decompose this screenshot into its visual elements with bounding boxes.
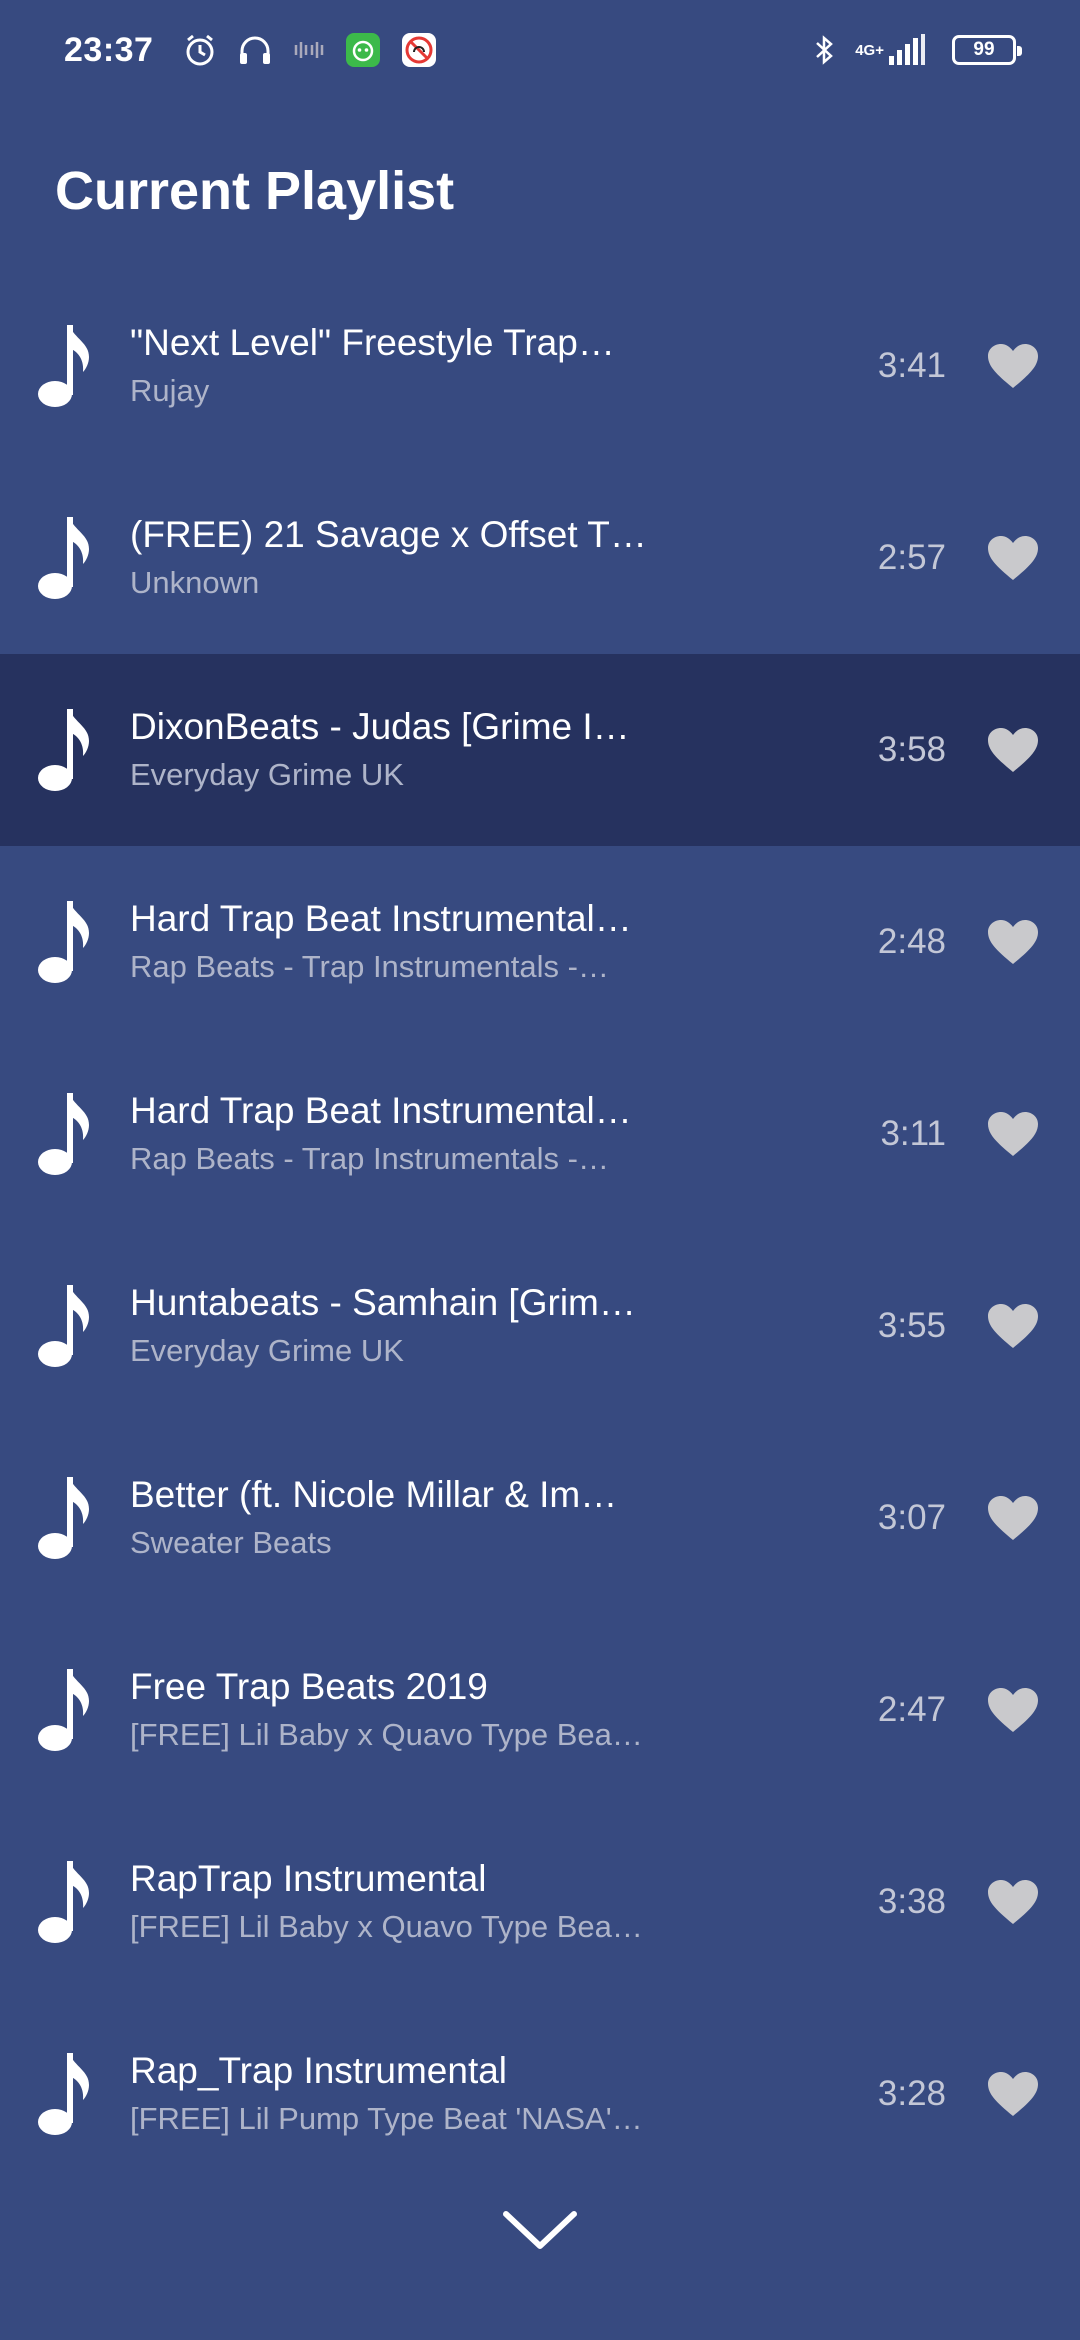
track-artist: Rap Beats - Trap Instrumentals -… bbox=[130, 1141, 609, 1176]
track-text: DixonBeats - Judas [Grime I… Everyday Gri… bbox=[130, 704, 660, 796]
music-note-icon bbox=[36, 1857, 92, 1947]
track-duration: 2:47 bbox=[877, 1690, 946, 1729]
track-title: Hard Trap Beat Instrumental… bbox=[130, 898, 632, 939]
track-title: Free Trap Beats 2019 bbox=[130, 1666, 488, 1707]
track-row[interactable]: DixonBeats - Judas [Grime I… Everyday Gri… bbox=[0, 654, 1080, 846]
heart-icon[interactable] bbox=[986, 1494, 1040, 1542]
music-note-icon bbox=[36, 897, 92, 987]
track-row[interactable]: Rap_Trap Instrumental [FREE] Lil Pump Typ… bbox=[0, 1998, 1080, 2190]
status-right: 4G+ 99 bbox=[813, 33, 1022, 67]
track-duration: 3:55 bbox=[877, 1306, 946, 1345]
track-duration: 3:07 bbox=[877, 1498, 946, 1537]
track-artist: [FREE] Lil Pump Type Beat 'NASA'… bbox=[130, 2101, 643, 2136]
track-duration: 3:38 bbox=[877, 1882, 946, 1921]
bluetooth-icon bbox=[813, 33, 835, 67]
battery-level: 99 bbox=[973, 39, 995, 60]
track-text: "Next Level" Freestyle Trap… Rujay bbox=[130, 320, 660, 412]
track-title: Rap_Trap Instrumental bbox=[130, 2050, 508, 2091]
music-note-icon bbox=[36, 321, 92, 411]
music-note-icon bbox=[36, 705, 92, 795]
track-row[interactable]: Free Trap Beats 2019 [FREE] Lil Baby x Qu… bbox=[0, 1614, 1080, 1806]
network-type: 4G+ bbox=[855, 41, 884, 59]
track-duration: 2:48 bbox=[877, 922, 946, 961]
track-title: RapTrap Instrumental bbox=[130, 1858, 487, 1899]
track-text: Hard Trap Beat Instrumental… Rap Beats - … bbox=[130, 896, 660, 988]
track-title: DixonBeats - Judas [Grime I… bbox=[130, 706, 630, 747]
heart-icon[interactable] bbox=[986, 1878, 1040, 1926]
heart-icon[interactable] bbox=[986, 1686, 1040, 1734]
alarm-icon bbox=[183, 33, 217, 67]
status-time: 23:37 bbox=[64, 30, 154, 69]
track-row[interactable]: Huntabeats - Samhain [Grim… Everyday Grim… bbox=[0, 1230, 1080, 1422]
track-text: Hard Trap Beat Instrumental… Rap Beats - … bbox=[130, 1088, 660, 1180]
track-row[interactable]: Hard Trap Beat Instrumental… Rap Beats - … bbox=[0, 1038, 1080, 1230]
heart-icon[interactable] bbox=[986, 534, 1040, 582]
playlist: "Next Level" Freestyle Trap… Rujay 3:41 (FR… bbox=[0, 270, 1080, 2190]
track-row[interactable]: RapTrap Instrumental [FREE] Lil Baby x Qu… bbox=[0, 1806, 1080, 1998]
track-artist: [FREE] Lil Baby x Quavo Type Bea… bbox=[130, 1717, 643, 1752]
track-title: "Next Level" Freestyle Trap… bbox=[130, 322, 615, 363]
status-bar: 23:37 4G+ 99 bbox=[0, 0, 1080, 100]
playlist-screen: 23:37 4G+ 99 Current Playlist "Next Leve… bbox=[0, 0, 1080, 2340]
track-row[interactable]: Better (ft. Nicole Millar & Im… Sweater B… bbox=[0, 1422, 1080, 1614]
music-note-icon bbox=[36, 2049, 92, 2139]
collapse-button[interactable] bbox=[500, 2200, 580, 2260]
track-title: (FREE) 21 Savage x Offset T… bbox=[130, 514, 647, 555]
track-artist: Sweater Beats bbox=[130, 1525, 332, 1560]
vibrate-icon bbox=[293, 38, 325, 62]
track-text: Rap_Trap Instrumental [FREE] Lil Pump Typ… bbox=[130, 2048, 660, 2140]
track-row[interactable]: Hard Trap Beat Instrumental… Rap Beats - … bbox=[0, 846, 1080, 1038]
track-title: Better (ft. Nicole Millar & Im… bbox=[130, 1474, 618, 1515]
track-title: Hard Trap Beat Instrumental… bbox=[130, 1090, 632, 1131]
battery-icon: 99 bbox=[952, 35, 1022, 65]
track-title: Huntabeats - Samhain [Grim… bbox=[130, 1282, 636, 1323]
heart-icon[interactable] bbox=[986, 342, 1040, 390]
track-artist: Unknown bbox=[130, 565, 260, 600]
headphones-icon bbox=[237, 33, 273, 67]
status-left: 23:37 bbox=[64, 31, 437, 70]
heart-icon[interactable] bbox=[986, 726, 1040, 774]
track-artist: Everyday Grime UK bbox=[130, 757, 404, 792]
music-note-icon bbox=[36, 1665, 92, 1755]
heart-icon[interactable] bbox=[986, 918, 1040, 966]
track-artist: Everyday Grime UK bbox=[130, 1333, 404, 1368]
track-text: Huntabeats - Samhain [Grim… Everyday Grim… bbox=[130, 1280, 660, 1372]
track-text: (FREE) 21 Savage x Offset T… Unknown bbox=[130, 512, 660, 604]
no-disturb-icon bbox=[401, 32, 437, 68]
signal-icon: 4G+ bbox=[855, 34, 926, 66]
heart-icon[interactable] bbox=[986, 1302, 1040, 1350]
track-artist: Rujay bbox=[130, 373, 210, 408]
heart-icon[interactable] bbox=[986, 2070, 1040, 2118]
track-artist: [FREE] Lil Baby x Quavo Type Bea… bbox=[130, 1909, 643, 1944]
track-duration: 3:58 bbox=[877, 730, 946, 769]
track-row[interactable]: "Next Level" Freestyle Trap… Rujay 3:41 bbox=[0, 270, 1080, 462]
music-note-icon bbox=[36, 1281, 92, 1371]
app-notification-icon bbox=[345, 32, 381, 68]
track-text: RapTrap Instrumental [FREE] Lil Baby x Qu… bbox=[130, 1856, 660, 1948]
track-duration: 2:57 bbox=[877, 538, 946, 577]
heart-icon[interactable] bbox=[986, 1110, 1040, 1158]
track-duration: 3:11 bbox=[880, 1114, 946, 1153]
chevron-down-icon bbox=[503, 2211, 577, 2249]
track-artist: Rap Beats - Trap Instrumentals -… bbox=[130, 949, 609, 984]
track-duration: 3:41 bbox=[877, 346, 946, 385]
track-text: Better (ft. Nicole Millar & Im… Sweater B… bbox=[130, 1472, 660, 1564]
music-note-icon bbox=[36, 513, 92, 603]
music-note-icon bbox=[36, 1473, 92, 1563]
page-title: Current Playlist bbox=[55, 161, 455, 221]
track-row[interactable]: (FREE) 21 Savage x Offset T… Unknown 2:57 bbox=[0, 462, 1080, 654]
track-duration: 3:28 bbox=[877, 2074, 946, 2113]
music-note-icon bbox=[36, 1089, 92, 1179]
track-text: Free Trap Beats 2019 [FREE] Lil Baby x Qu… bbox=[130, 1664, 660, 1756]
